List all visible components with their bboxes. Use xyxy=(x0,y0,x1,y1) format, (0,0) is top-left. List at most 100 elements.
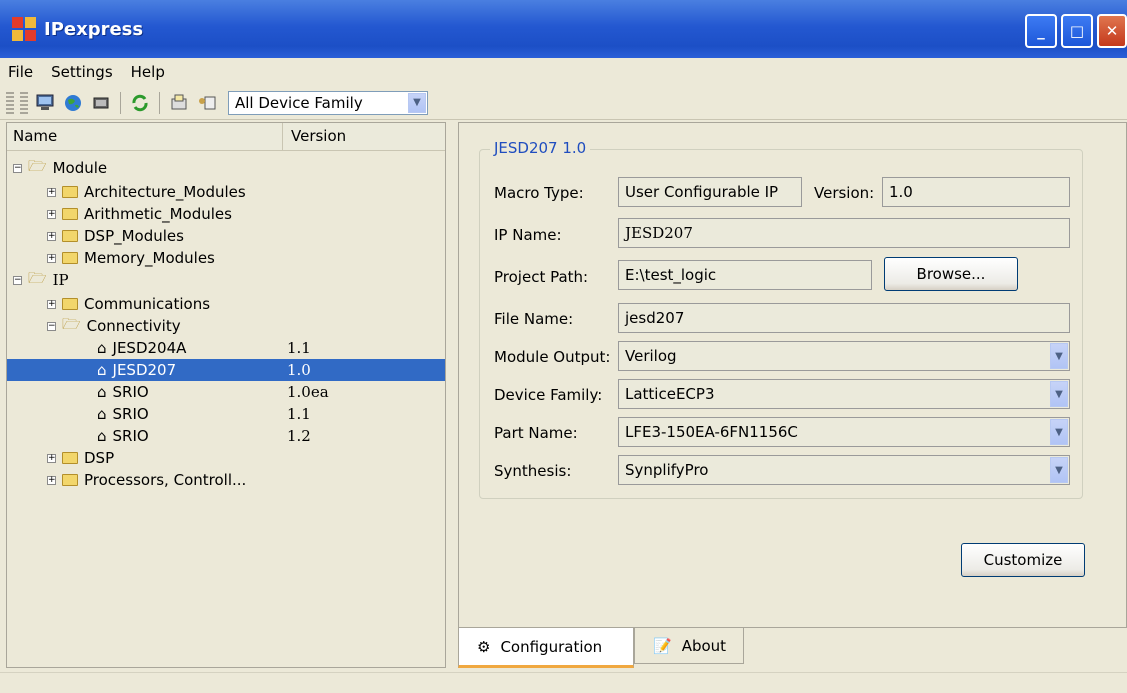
tree-node-communications[interactable]: + Communications xyxy=(7,293,445,315)
part-name-label: Part Name: xyxy=(494,424,578,442)
window-title: IPexpress xyxy=(44,18,144,40)
expand-icon[interactable]: + xyxy=(47,209,56,219)
expand-icon[interactable]: + xyxy=(47,453,56,463)
folder-open-icon: 🗁 xyxy=(28,156,47,175)
tree-node-srio-1-1[interactable]: ⌂ SRIO 1.1 xyxy=(7,403,445,425)
tree-node-jesd204a[interactable]: ⌂ JESD204A 1.1 xyxy=(7,337,445,359)
configuration-panel: JESD207 1.0 Macro Type: User Configurabl… xyxy=(458,122,1127,628)
toolbar-grip[interactable] xyxy=(20,91,28,114)
menu-help[interactable]: Help xyxy=(131,63,165,81)
import-icon[interactable] xyxy=(168,92,190,114)
expand-icon[interactable]: + xyxy=(47,299,56,309)
synthesis-value: SynplifyPro xyxy=(625,461,709,479)
tree-node-architecture-modules[interactable]: + Architecture_Modules xyxy=(7,181,445,203)
chevron-down-icon[interactable]: ▼ xyxy=(1050,457,1068,483)
module-output-select[interactable]: Verilog ▼ xyxy=(618,341,1070,371)
file-name-field[interactable]: jesd207 xyxy=(618,303,1070,333)
refresh-icon[interactable] xyxy=(129,92,151,114)
wizard-icon[interactable] xyxy=(196,92,218,114)
version-label: Version: xyxy=(814,184,875,202)
close-button[interactable]: ✕ xyxy=(1097,14,1127,48)
browse-button[interactable]: Browse... xyxy=(884,257,1018,291)
column-name[interactable]: Name xyxy=(7,123,283,150)
part-name-select[interactable]: LFE3-150EA-6FN1156C ▼ xyxy=(618,417,1070,447)
device-family-filter-value: All Device Family xyxy=(235,93,363,112)
menu-settings[interactable]: Settings xyxy=(51,63,113,81)
tree-node-connectivity[interactable]: − 🗁 Connectivity xyxy=(7,315,445,337)
tree-node-module[interactable]: − 🗁 Module xyxy=(7,157,445,179)
expand-icon[interactable]: + xyxy=(47,187,56,197)
chevron-down-icon[interactable]: ▼ xyxy=(1050,381,1068,407)
tab-about[interactable]: 📝 About xyxy=(634,628,744,664)
project-path-field[interactable]: E:\test_logic xyxy=(618,260,872,290)
tree-node-jesd207[interactable]: ⌂ JESD207 1.0 xyxy=(7,359,445,381)
device-family-value: LatticeECP3 xyxy=(625,385,715,403)
ip-core-icon: ⌂ xyxy=(97,361,107,379)
module-output-label: Module Output: xyxy=(494,348,611,366)
chip-icon[interactable] xyxy=(90,92,112,114)
menu-bar: File Settings Help xyxy=(0,58,1127,86)
tree-node-dsp-modules[interactable]: + DSP_Modules xyxy=(7,225,445,247)
ip-core-icon: ⌂ xyxy=(97,339,107,357)
group-title: JESD207 1.0 xyxy=(490,139,591,157)
device-family-label: Device Family: xyxy=(494,386,603,404)
minimize-button[interactable]: _ xyxy=(1025,14,1057,48)
tree-node-srio-1-2[interactable]: ⌂ SRIO 1.2 xyxy=(7,425,445,447)
toolbar-separator xyxy=(159,91,160,114)
gear-icon: ⚙ xyxy=(477,637,491,656)
title-bar: IPexpress _ □ ✕ xyxy=(0,0,1127,58)
app-icon xyxy=(12,17,36,41)
column-version[interactable]: Version xyxy=(283,123,354,150)
folder-icon xyxy=(62,208,78,220)
tree-node-srio-1-0ea[interactable]: ⌂ SRIO 1.0ea xyxy=(7,381,445,403)
device-family-select[interactable]: LatticeECP3 ▼ xyxy=(618,379,1070,409)
device-family-filter[interactable]: All Device Family ▼ xyxy=(228,90,428,115)
folder-open-icon: 🗁 xyxy=(28,268,47,287)
document-edit-icon: 📝 xyxy=(653,636,672,655)
collapse-icon[interactable]: − xyxy=(13,275,22,285)
project-path-label: Project Path: xyxy=(494,268,589,286)
customize-button[interactable]: Customize xyxy=(961,543,1085,577)
folder-icon xyxy=(62,230,78,242)
macro-type-field: User Configurable IP xyxy=(618,177,802,207)
expand-icon[interactable]: + xyxy=(47,475,56,485)
part-name-value: LFE3-150EA-6FN1156C xyxy=(625,423,798,441)
collapse-icon[interactable]: − xyxy=(47,321,56,331)
tree-node-memory-modules[interactable]: + Memory_Modules xyxy=(7,247,445,269)
status-bar xyxy=(0,672,1127,693)
globe-icon[interactable] xyxy=(62,92,84,114)
toolbar-separator xyxy=(120,91,121,114)
collapse-icon[interactable]: − xyxy=(13,163,22,173)
tree-node-processors[interactable]: + Processors, Controll... xyxy=(7,469,445,491)
folder-icon xyxy=(62,252,78,264)
tree-node-ip[interactable]: − 🗁 IP xyxy=(7,269,445,291)
toolbar-grip[interactable] xyxy=(6,91,14,114)
tree-header: Name Version xyxy=(7,123,445,151)
maximize-button[interactable]: □ xyxy=(1061,14,1093,48)
chevron-down-icon[interactable]: ▼ xyxy=(1050,419,1068,445)
expand-icon[interactable]: + xyxy=(47,231,56,241)
folder-open-icon: 🗁 xyxy=(62,314,81,333)
synthesis-label: Synthesis: xyxy=(494,462,572,480)
ip-core-icon: ⌂ xyxy=(97,427,107,445)
expand-icon[interactable]: + xyxy=(47,253,56,263)
tree-node-arithmetic-modules[interactable]: + Arithmetic_Modules xyxy=(7,203,445,225)
synthesis-select[interactable]: SynplifyPro ▼ xyxy=(618,455,1070,485)
module-output-value: Verilog xyxy=(625,347,677,365)
folder-icon xyxy=(62,298,78,310)
folder-icon xyxy=(62,452,78,464)
menu-file[interactable]: File xyxy=(8,63,33,81)
computer-icon[interactable] xyxy=(34,92,56,114)
ip-name-label: IP Name: xyxy=(494,226,562,244)
macro-type-label: Macro Type: xyxy=(494,184,584,202)
ip-core-icon: ⌂ xyxy=(97,405,107,423)
chevron-down-icon[interactable]: ▼ xyxy=(408,92,426,113)
tree-node-dsp[interactable]: + DSP xyxy=(7,447,445,469)
toolbar: All Device Family ▼ xyxy=(0,86,1127,120)
chevron-down-icon[interactable]: ▼ xyxy=(1050,343,1068,369)
tab-configuration[interactable]: ⚙ Configuration xyxy=(458,628,634,668)
version-field: 1.0 xyxy=(882,177,1070,207)
folder-icon xyxy=(62,474,78,486)
ip-config-group: JESD207 1.0 Macro Type: User Configurabl… xyxy=(479,139,1083,499)
folder-icon xyxy=(62,186,78,198)
